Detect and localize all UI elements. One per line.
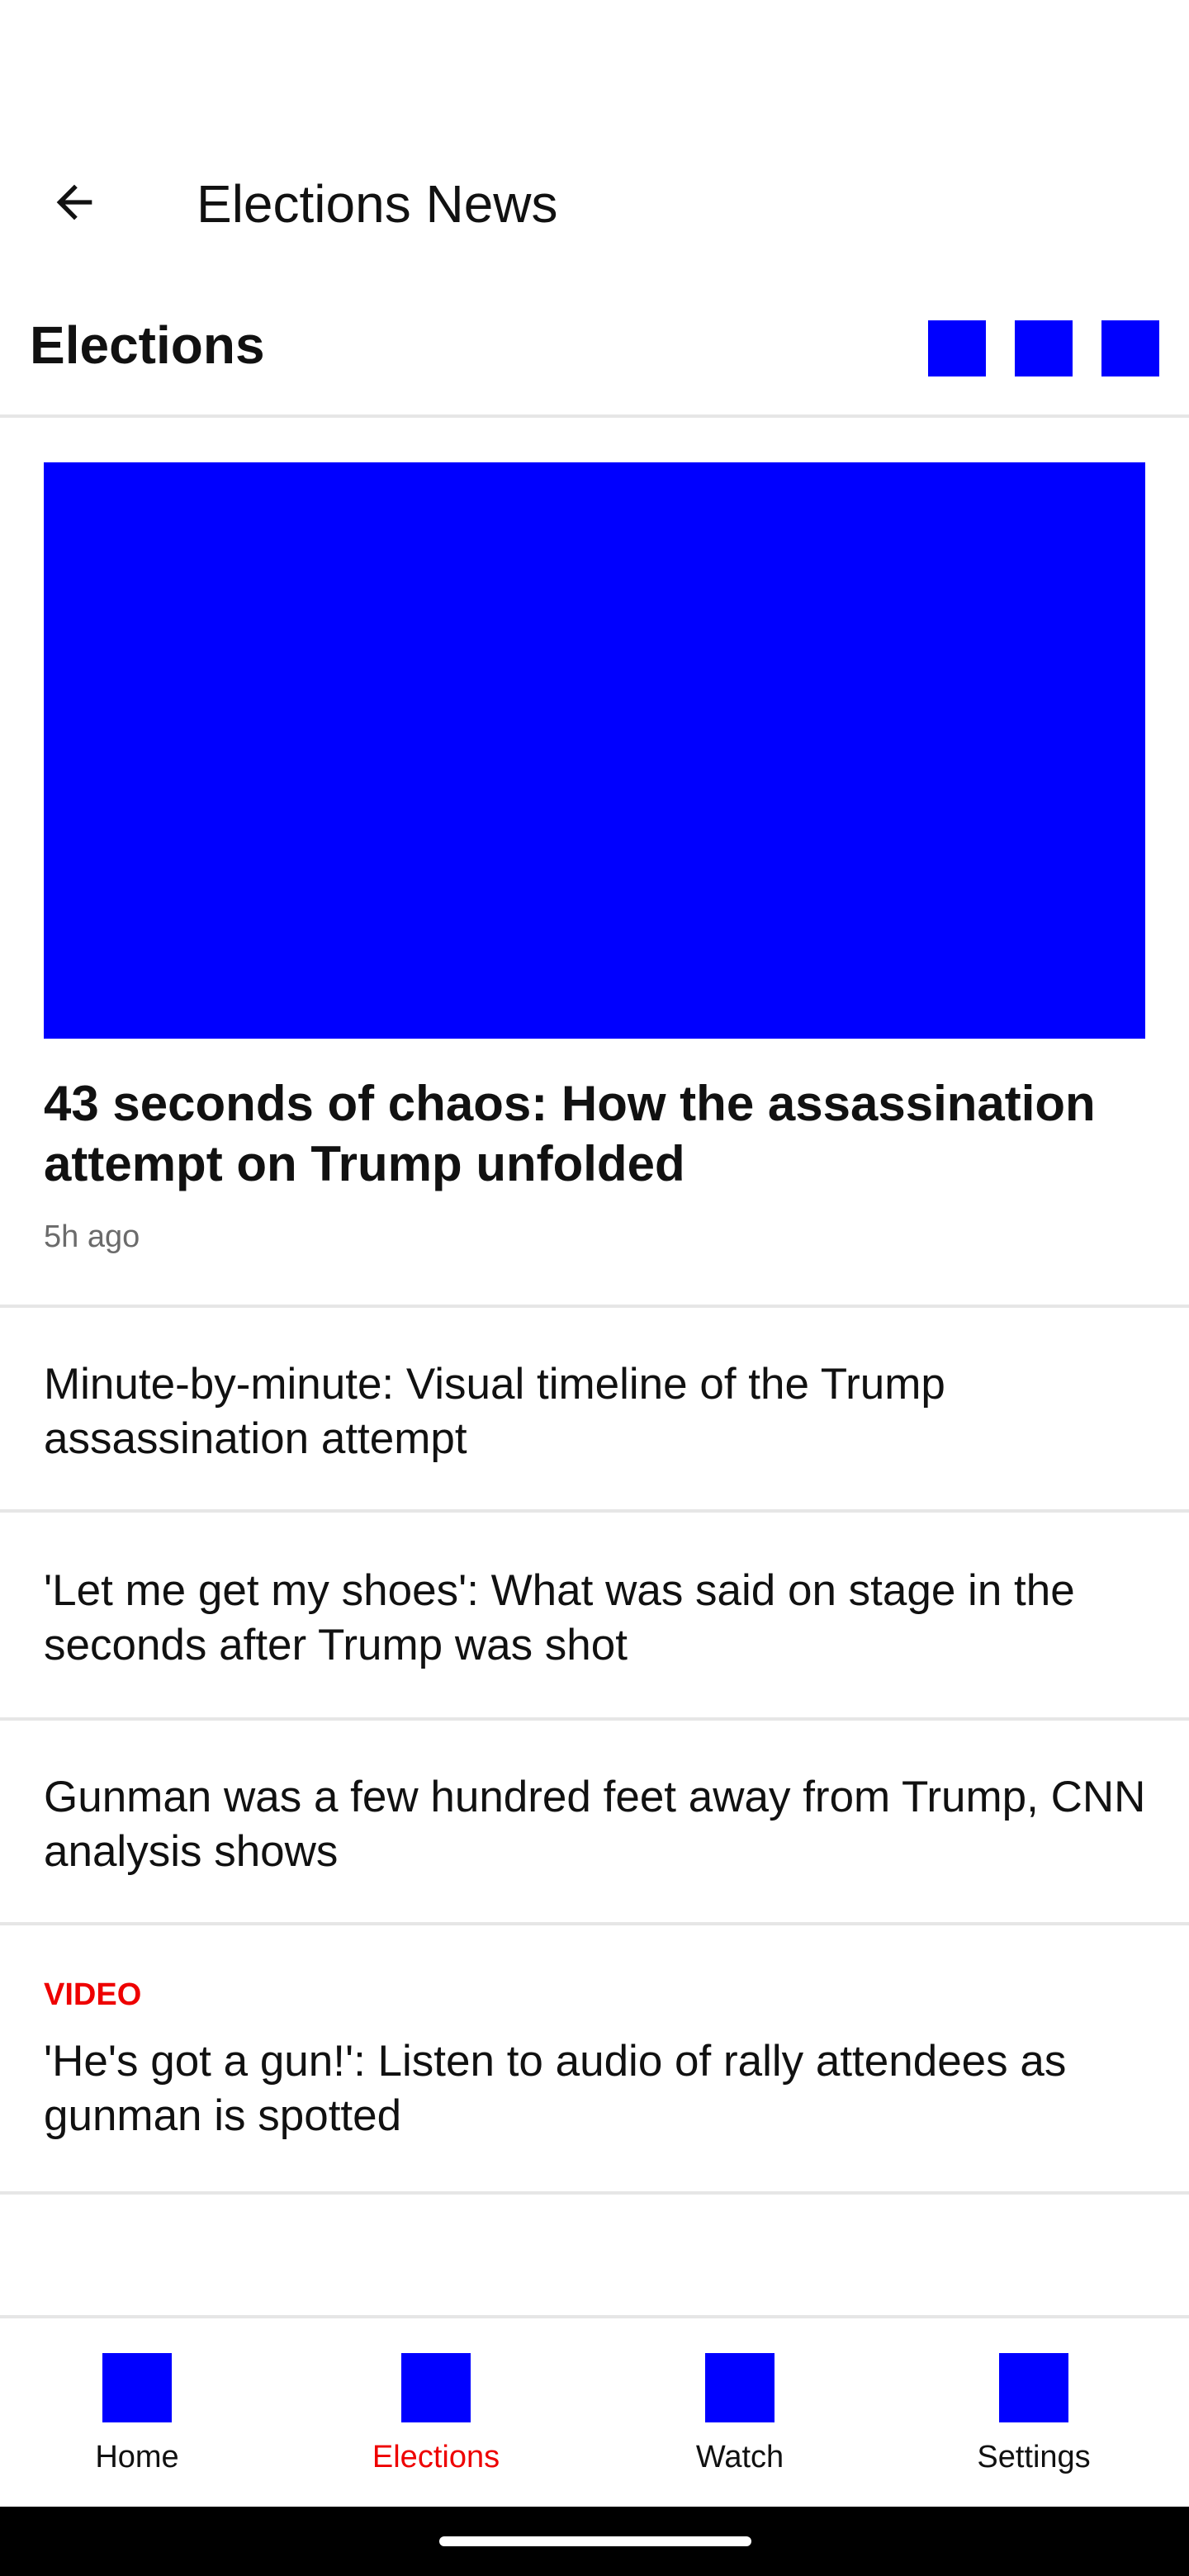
nav-label: Watch (695, 2440, 784, 2474)
arrow-left-icon (56, 184, 92, 220)
nav-item-elections[interactable]: Elections (312, 2318, 560, 2510)
list-item[interactable]: Minute-by-minute: Visual timeline of the… (0, 1308, 1189, 1513)
nav-label: Settings (977, 2440, 1091, 2474)
hero-headline[interactable]: 43 seconds of chaos: How the assassinati… (44, 1073, 1150, 1194)
nav-label: Elections (372, 2440, 500, 2474)
story-headline[interactable]: 'Let me get my shoes': What was said on … (44, 1564, 1150, 1673)
action-icon-2[interactable] (1015, 320, 1073, 376)
story-headline[interactable]: Gunman was a few hundred feet away from … (44, 1770, 1150, 1879)
settings-icon (999, 2353, 1068, 2422)
video-badge: VIDEO (44, 1977, 142, 2012)
section-title: Elections (30, 315, 265, 375)
action-icon-3[interactable] (1101, 320, 1159, 376)
elections-icon (401, 2353, 471, 2422)
gesture-bar (0, 2507, 1189, 2576)
back-button[interactable] (41, 169, 107, 235)
story-headline[interactable]: 'He's got a gun!': Listen to audio of ra… (44, 2034, 1150, 2143)
nav-item-watch[interactable]: Watch (616, 2318, 864, 2510)
section-header: Elections (0, 281, 1189, 418)
home-gesture-handle[interactable] (439, 2536, 751, 2546)
page-title: Elections News (197, 174, 558, 234)
watch-icon (705, 2353, 775, 2422)
nav-label: Home (95, 2440, 179, 2474)
hero-story[interactable]: 43 seconds of chaos: How the assassinati… (0, 418, 1189, 1308)
list-item[interactable]: 'Let me get my shoes': What was said on … (0, 1513, 1189, 1721)
hero-image[interactable] (44, 462, 1145, 1039)
action-icon-1[interactable] (928, 320, 986, 376)
app-bar: Elections News (0, 140, 1189, 264)
nav-item-home[interactable]: Home (13, 2318, 261, 2510)
status-bar (0, 0, 1189, 140)
nav-item-settings[interactable]: Settings (910, 2318, 1158, 2510)
home-icon (102, 2353, 172, 2422)
hero-timestamp: 5h ago (44, 1219, 140, 1254)
list-item[interactable]: VIDEO 'He's got a gun!': Listen to audio… (0, 1925, 1189, 2195)
list-item[interactable]: Gunman was a few hundred feet away from … (0, 1721, 1189, 1925)
bottom-navigation: Home Elections Watch Settings (0, 2315, 1189, 2510)
story-headline[interactable]: Minute-by-minute: Visual timeline of the… (44, 1357, 1150, 1466)
